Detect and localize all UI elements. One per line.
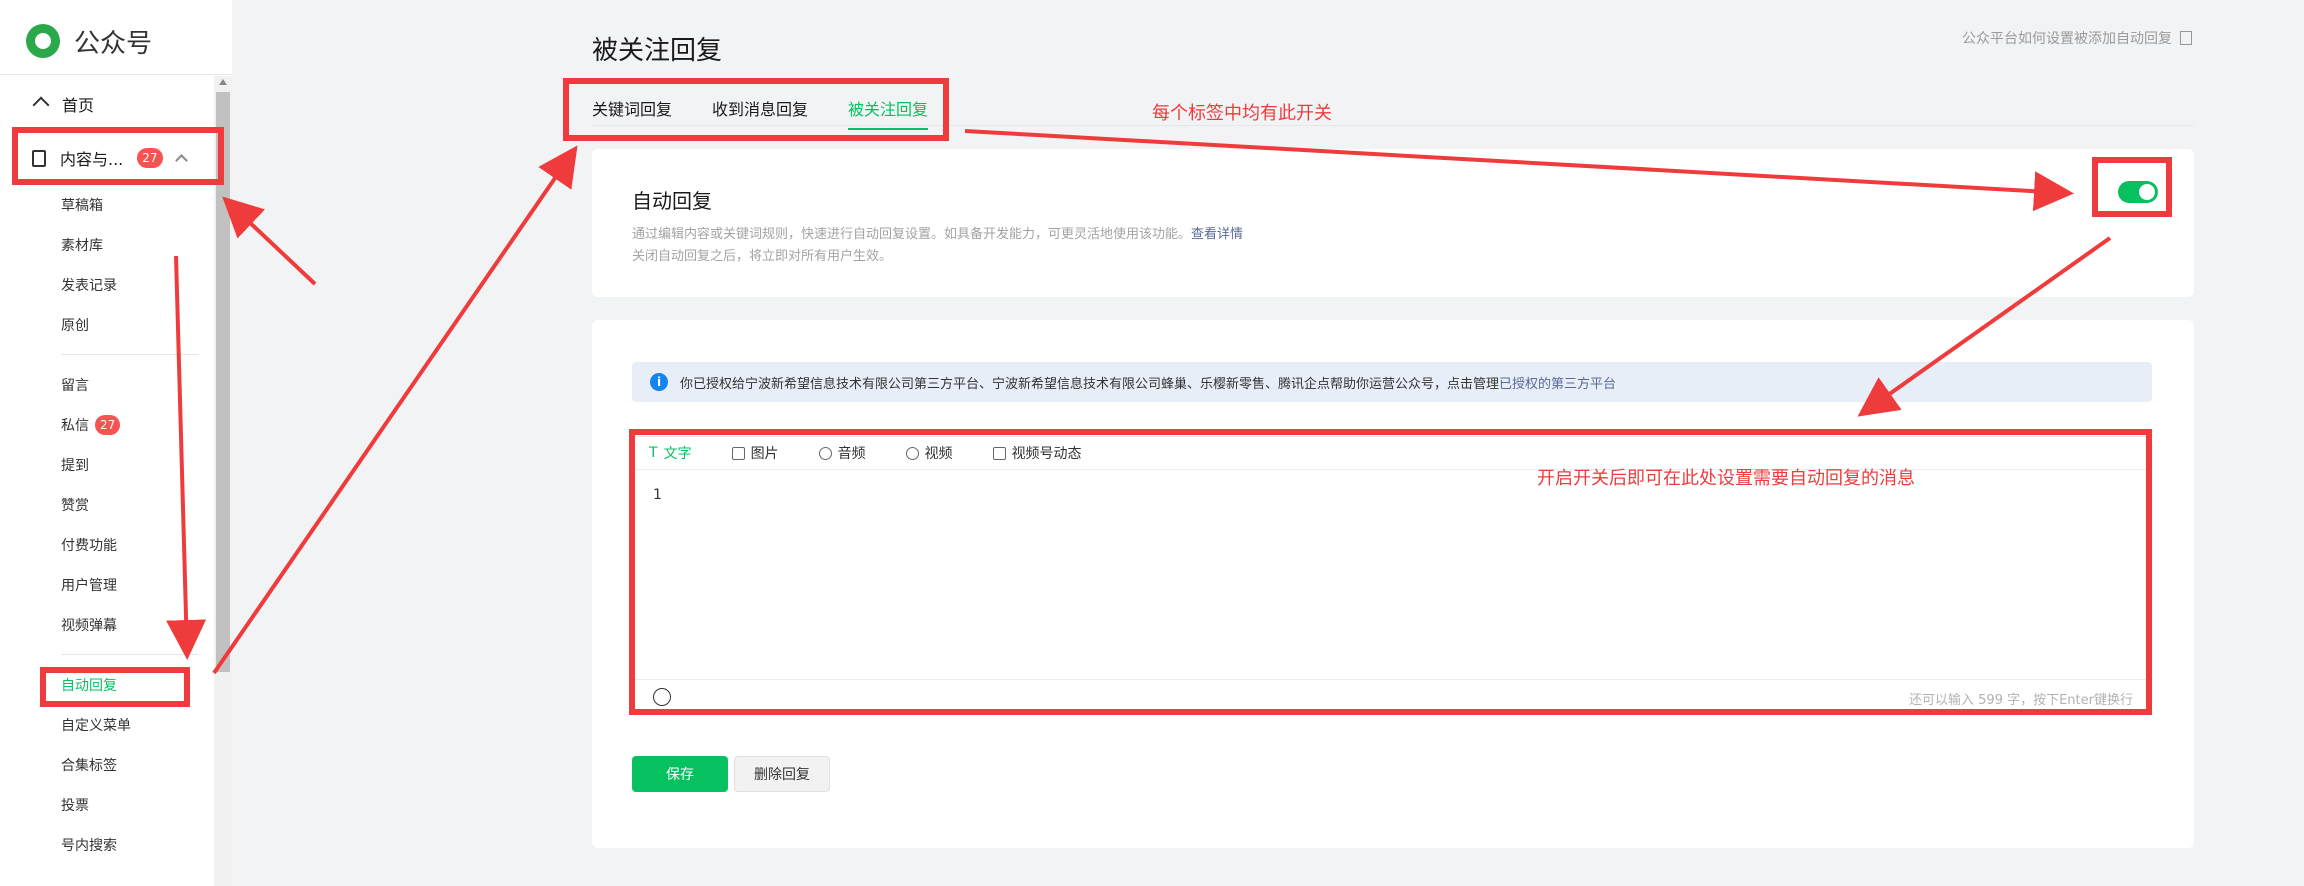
sidebar-item-publish-records[interactable]: 发表记录 <box>61 275 117 295</box>
sidebar-item-materials[interactable]: 素材库 <box>61 235 103 255</box>
sidebar-item-comments[interactable]: 留言 <box>61 375 89 395</box>
divider <box>0 74 232 75</box>
sidebar-item-messages[interactable]: 私信 27 <box>61 415 121 435</box>
unread-badge: 27 <box>95 415 121 435</box>
sidebar-item-custom-menu[interactable]: 自定义菜单 <box>61 715 131 735</box>
wechat-logo-icon <box>26 24 60 58</box>
delete-reply-button[interactable]: 删除回复 <box>734 756 830 792</box>
description-text: 关闭自动回复之后，将立即对所有用户生效。 <box>632 249 893 264</box>
sidebar-item-label: 私信 <box>61 418 89 434</box>
annotation-arrow <box>222 196 317 286</box>
sidebar-item-mentions[interactable]: 提到 <box>61 455 89 475</box>
authorization-notice: i 你已授权给宁波新希望信息技术有限公司第三方平台、宁波新希望信息技术有限公司蜂… <box>632 362 2152 402</box>
view-details-link[interactable]: 查看详情 <box>1191 227 1243 242</box>
sidebar-item-video-danmaku[interactable]: 视频弹幕 <box>61 615 117 635</box>
page-title: 被关注回复 <box>592 36 723 66</box>
sidebar-item-collection-tags[interactable]: 合集标签 <box>61 755 117 775</box>
sidebar-item-label: 首页 <box>62 96 95 115</box>
notice-body: 你已授权给宁波新希望信息技术有限公司第三方平台、宁波新希望信息技术有限公司蜂巢、… <box>680 376 1500 392</box>
sidebar-item-original[interactable]: 原创 <box>61 315 89 335</box>
auto-reply-card: 自动回复 通过编辑内容或关键词规则，快速进行自动回复设置。如具备开发能力，可更灵… <box>592 149 2194 297</box>
auto-reply-title: 自动回复 <box>632 189 712 213</box>
help-link-label: 公众平台如何设置被添加自动回复 <box>1962 31 2172 47</box>
scroll-up-arrow-icon[interactable] <box>219 79 227 85</box>
sidebar-item-users[interactable]: 用户管理 <box>61 575 117 595</box>
help-link[interactable]: 公众平台如何设置被添加自动回复 <box>1962 28 2192 48</box>
save-button[interactable]: 保存 <box>632 756 728 792</box>
app-name: 公众号 <box>74 28 153 59</box>
notice-text: 你已授权给宁波新希望信息技术有限公司第三方平台、宁波新希望信息技术有限公司蜂巢、… <box>680 373 1616 392</box>
home-icon <box>32 96 48 112</box>
sidebar-item-paid-features[interactable]: 付费功能 <box>61 535 117 555</box>
auto-reply-description: 通过编辑内容或关键词规则，快速进行自动回复设置。如具备开发能力，可更灵活地使用该… <box>632 224 1243 268</box>
authorized-platforms-link[interactable]: 已授权的第三方平台 <box>1499 377 1616 392</box>
annotation-box-tabs <box>563 78 949 141</box>
sidebar-item-appreciation[interactable]: 赞赏 <box>61 495 89 515</box>
divider <box>61 654 199 655</box>
info-icon: i <box>650 373 668 391</box>
description-text: 通过编辑内容或关键词规则，快速进行自动回复设置。如具备开发能力，可更灵活地使用该… <box>632 227 1192 242</box>
sidebar-item-home[interactable]: 首页 <box>32 92 94 116</box>
annotation-arrow <box>212 145 578 675</box>
sidebar-item-drafts[interactable]: 草稿箱 <box>61 195 103 215</box>
logo[interactable]: 公众号 <box>26 22 152 60</box>
annotation-box-auto-reply <box>40 667 190 707</box>
annotation-editor-note: 开启开关后即可在此处设置需要自动回复的消息 <box>1537 468 1915 489</box>
annotation-box-content <box>12 127 224 185</box>
sidebar-item-in-account-search[interactable]: 号内搜索 <box>61 835 117 855</box>
annotation-tabs-note: 每个标签中均有此开关 <box>1152 103 1332 124</box>
sidebar-item-vote[interactable]: 投票 <box>61 795 89 815</box>
annotation-box-toggle <box>2092 157 2172 217</box>
annotation-box-editor <box>629 429 2152 715</box>
document-icon <box>2180 31 2192 45</box>
sidebar-scrollbar[interactable] <box>214 76 232 886</box>
divider <box>61 354 199 355</box>
